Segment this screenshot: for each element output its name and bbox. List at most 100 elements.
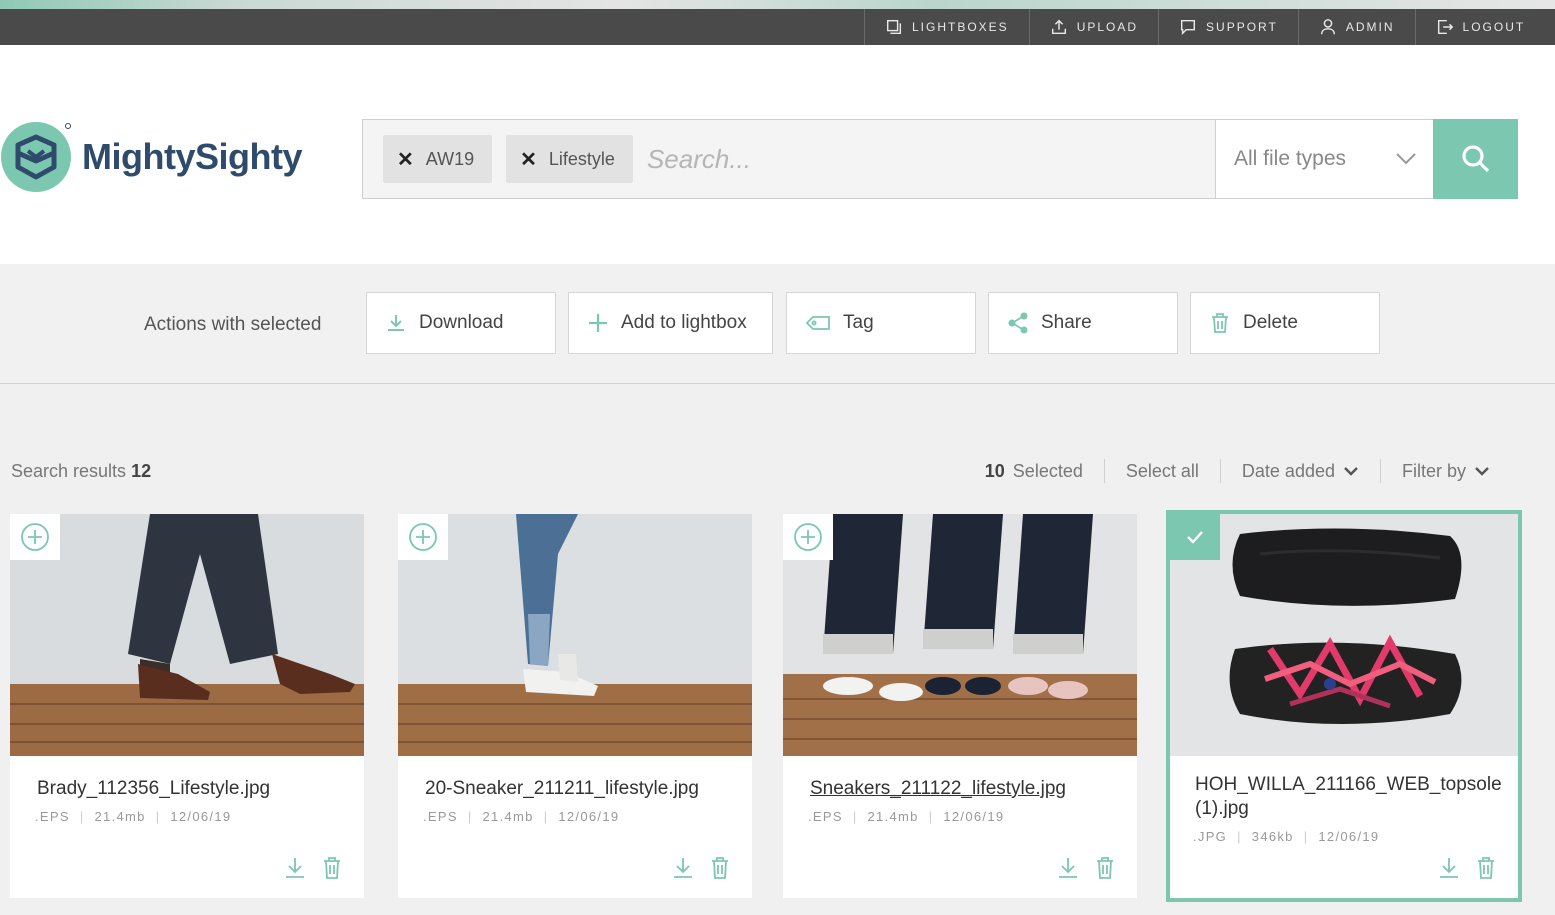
- add-circle-icon: [409, 523, 437, 551]
- chevron-down-icon: [1344, 466, 1358, 476]
- select-all-label: Select all: [1125, 460, 1199, 481]
- asset-card[interactable]: Brady_112356_Lifestyle.jpg .EPS | 21.4mb |…: [10, 514, 364, 898]
- results-controls: 10 Selected Select all Date added Filter…: [964, 459, 1511, 483]
- add-circle-icon: [794, 523, 822, 551]
- nav-upload-label: Upload: [1076, 20, 1139, 34]
- top-nav: Lightboxes Upload Support Admin Logout: [864, 9, 1545, 45]
- chat-icon: [1181, 19, 1196, 36]
- trash-icon[interactable]: [1095, 856, 1115, 880]
- top-accent-strip: [0, 0, 1555, 9]
- download-icon[interactable]: [284, 856, 306, 880]
- asset-meta: .EPS | 21.4mb | 12/06/19: [808, 809, 1005, 824]
- selected-number: 10: [984, 460, 1005, 481]
- tag-icon: [805, 316, 830, 330]
- asset-filename[interactable]: 20-Sneaker_211211_lifestyle.jpg: [425, 777, 725, 801]
- trash-icon[interactable]: [1476, 856, 1496, 880]
- chevron-down-icon: [1475, 466, 1489, 476]
- selected-label: Selected: [1012, 460, 1083, 481]
- tag-button[interactable]: Tag: [786, 292, 976, 354]
- delete-button-label: Delete: [1243, 312, 1298, 333]
- asset-thumbnail[interactable]: [10, 514, 364, 756]
- download-button-label: Download: [419, 312, 504, 333]
- plus-icon: [589, 314, 607, 332]
- asset-meta: .EPS | 21.4mb | 12/06/19: [35, 809, 232, 824]
- nav-upload[interactable]: Upload: [1028, 9, 1158, 45]
- logo-icon: [0, 121, 72, 193]
- asset-actions: [672, 856, 730, 880]
- header: MightySighty ✕ AW19 ✕ Lifestyle All file…: [0, 45, 1555, 264]
- asset-card-selected[interactable]: HOH_WILLA_211166_WEB_topsole (1).jpg .JP…: [1166, 510, 1522, 902]
- nav-admin[interactable]: Admin: [1297, 9, 1415, 45]
- share-button-label: Share: [1041, 312, 1092, 333]
- trash-icon[interactable]: [322, 856, 342, 880]
- file-type-dropdown[interactable]: All file types: [1215, 120, 1433, 198]
- nav-admin-label: Admin: [1345, 20, 1395, 34]
- download-button[interactable]: Download: [366, 292, 556, 354]
- user-icon: [1320, 19, 1335, 35]
- search-bar: ✕ AW19 ✕ Lifestyle All file types: [362, 119, 1518, 199]
- asset-thumbnail[interactable]: [783, 514, 1137, 756]
- asset-thumbnail[interactable]: [1170, 514, 1518, 756]
- asset-filename[interactable]: HOH_WILLA_211166_WEB_topsole (1).jpg: [1195, 773, 1502, 821]
- sort-label: Date added: [1241, 460, 1335, 481]
- filter-chip-aw19[interactable]: ✕ AW19: [383, 135, 493, 183]
- trash-icon[interactable]: [710, 856, 730, 880]
- selected-check-button[interactable]: [1170, 514, 1220, 560]
- search-results-label: Search results: [11, 461, 127, 481]
- check-icon: [1187, 531, 1203, 544]
- asset-date: 12/06/19: [943, 809, 1005, 824]
- asset-size: 21.4mb: [94, 809, 146, 824]
- asset-actions: [284, 856, 342, 880]
- asset-actions: [1057, 856, 1115, 880]
- asset-filename[interactable]: Brady_112356_Lifestyle.jpg: [37, 777, 337, 801]
- add-select-button[interactable]: [10, 514, 60, 560]
- search-input[interactable]: [632, 120, 1215, 198]
- filter-chip-label: Lifestyle: [548, 148, 615, 169]
- download-icon[interactable]: [1438, 856, 1460, 880]
- actions-bar: Actions with selected Download Add to li…: [0, 264, 1555, 384]
- download-icon: [388, 315, 404, 331]
- nav-lightboxes[interactable]: Lightboxes: [864, 9, 1029, 45]
- asset-actions: [1438, 856, 1496, 880]
- logo-text: MightySighty: [82, 136, 302, 177]
- add-to-lightbox-label: Add to lightbox: [621, 312, 747, 333]
- nav-support[interactable]: Support: [1158, 9, 1298, 45]
- nav-support-label: Support: [1206, 20, 1278, 34]
- select-all-link[interactable]: Select all: [1103, 459, 1220, 483]
- asset-size: 346kb: [1251, 829, 1294, 844]
- nav-logout[interactable]: Logout: [1414, 9, 1546, 45]
- asset-thumbnail[interactable]: [398, 514, 752, 756]
- close-icon[interactable]: ✕: [397, 147, 414, 172]
- asset-size: 21.4mb: [482, 809, 534, 824]
- asset-card[interactable]: 20-Sneaker_211211_lifestyle.jpg .EPS | 21…: [398, 514, 752, 898]
- search-icon: [1461, 145, 1489, 173]
- asset-filename[interactable]: Sneakers_211122_lifestyle.jpg: [810, 777, 1110, 801]
- add-circle-icon: [21, 523, 49, 551]
- sort-dropdown[interactable]: Date added: [1219, 459, 1380, 483]
- add-select-button[interactable]: [398, 514, 448, 560]
- lightbox-icon: [886, 19, 902, 35]
- search-results-number: 12: [131, 461, 152, 481]
- logo[interactable]: MightySighty: [0, 121, 302, 193]
- asset-type: .EPS: [35, 809, 70, 824]
- download-icon[interactable]: [672, 856, 694, 880]
- logout-icon: [1437, 19, 1453, 35]
- search-results-count: Search results 12: [11, 461, 151, 482]
- asset-meta: .JPG | 346kb | 12/06/19: [1193, 829, 1380, 844]
- file-type-value: All file types: [1234, 147, 1347, 170]
- share-icon: [1008, 312, 1028, 334]
- search-button[interactable]: [1433, 119, 1518, 199]
- add-select-button[interactable]: [783, 514, 833, 560]
- asset-type: .EPS: [423, 809, 458, 824]
- delete-button[interactable]: Delete: [1190, 292, 1380, 354]
- asset-card[interactable]: Sneakers_211122_lifestyle.jpg .EPS | 21.4…: [783, 514, 1137, 898]
- close-icon[interactable]: ✕: [520, 147, 537, 172]
- filter-chip-label: AW19: [425, 148, 475, 169]
- filter-chip-lifestyle[interactable]: ✕ Lifestyle: [506, 135, 633, 183]
- selected-count: 10 Selected: [964, 459, 1104, 483]
- download-icon[interactable]: [1057, 856, 1079, 880]
- asset-type: .JPG: [1193, 829, 1228, 844]
- filter-dropdown[interactable]: Filter by: [1379, 459, 1511, 483]
- add-to-lightbox-button[interactable]: Add to lightbox: [568, 292, 773, 354]
- share-button[interactable]: Share: [988, 292, 1178, 354]
